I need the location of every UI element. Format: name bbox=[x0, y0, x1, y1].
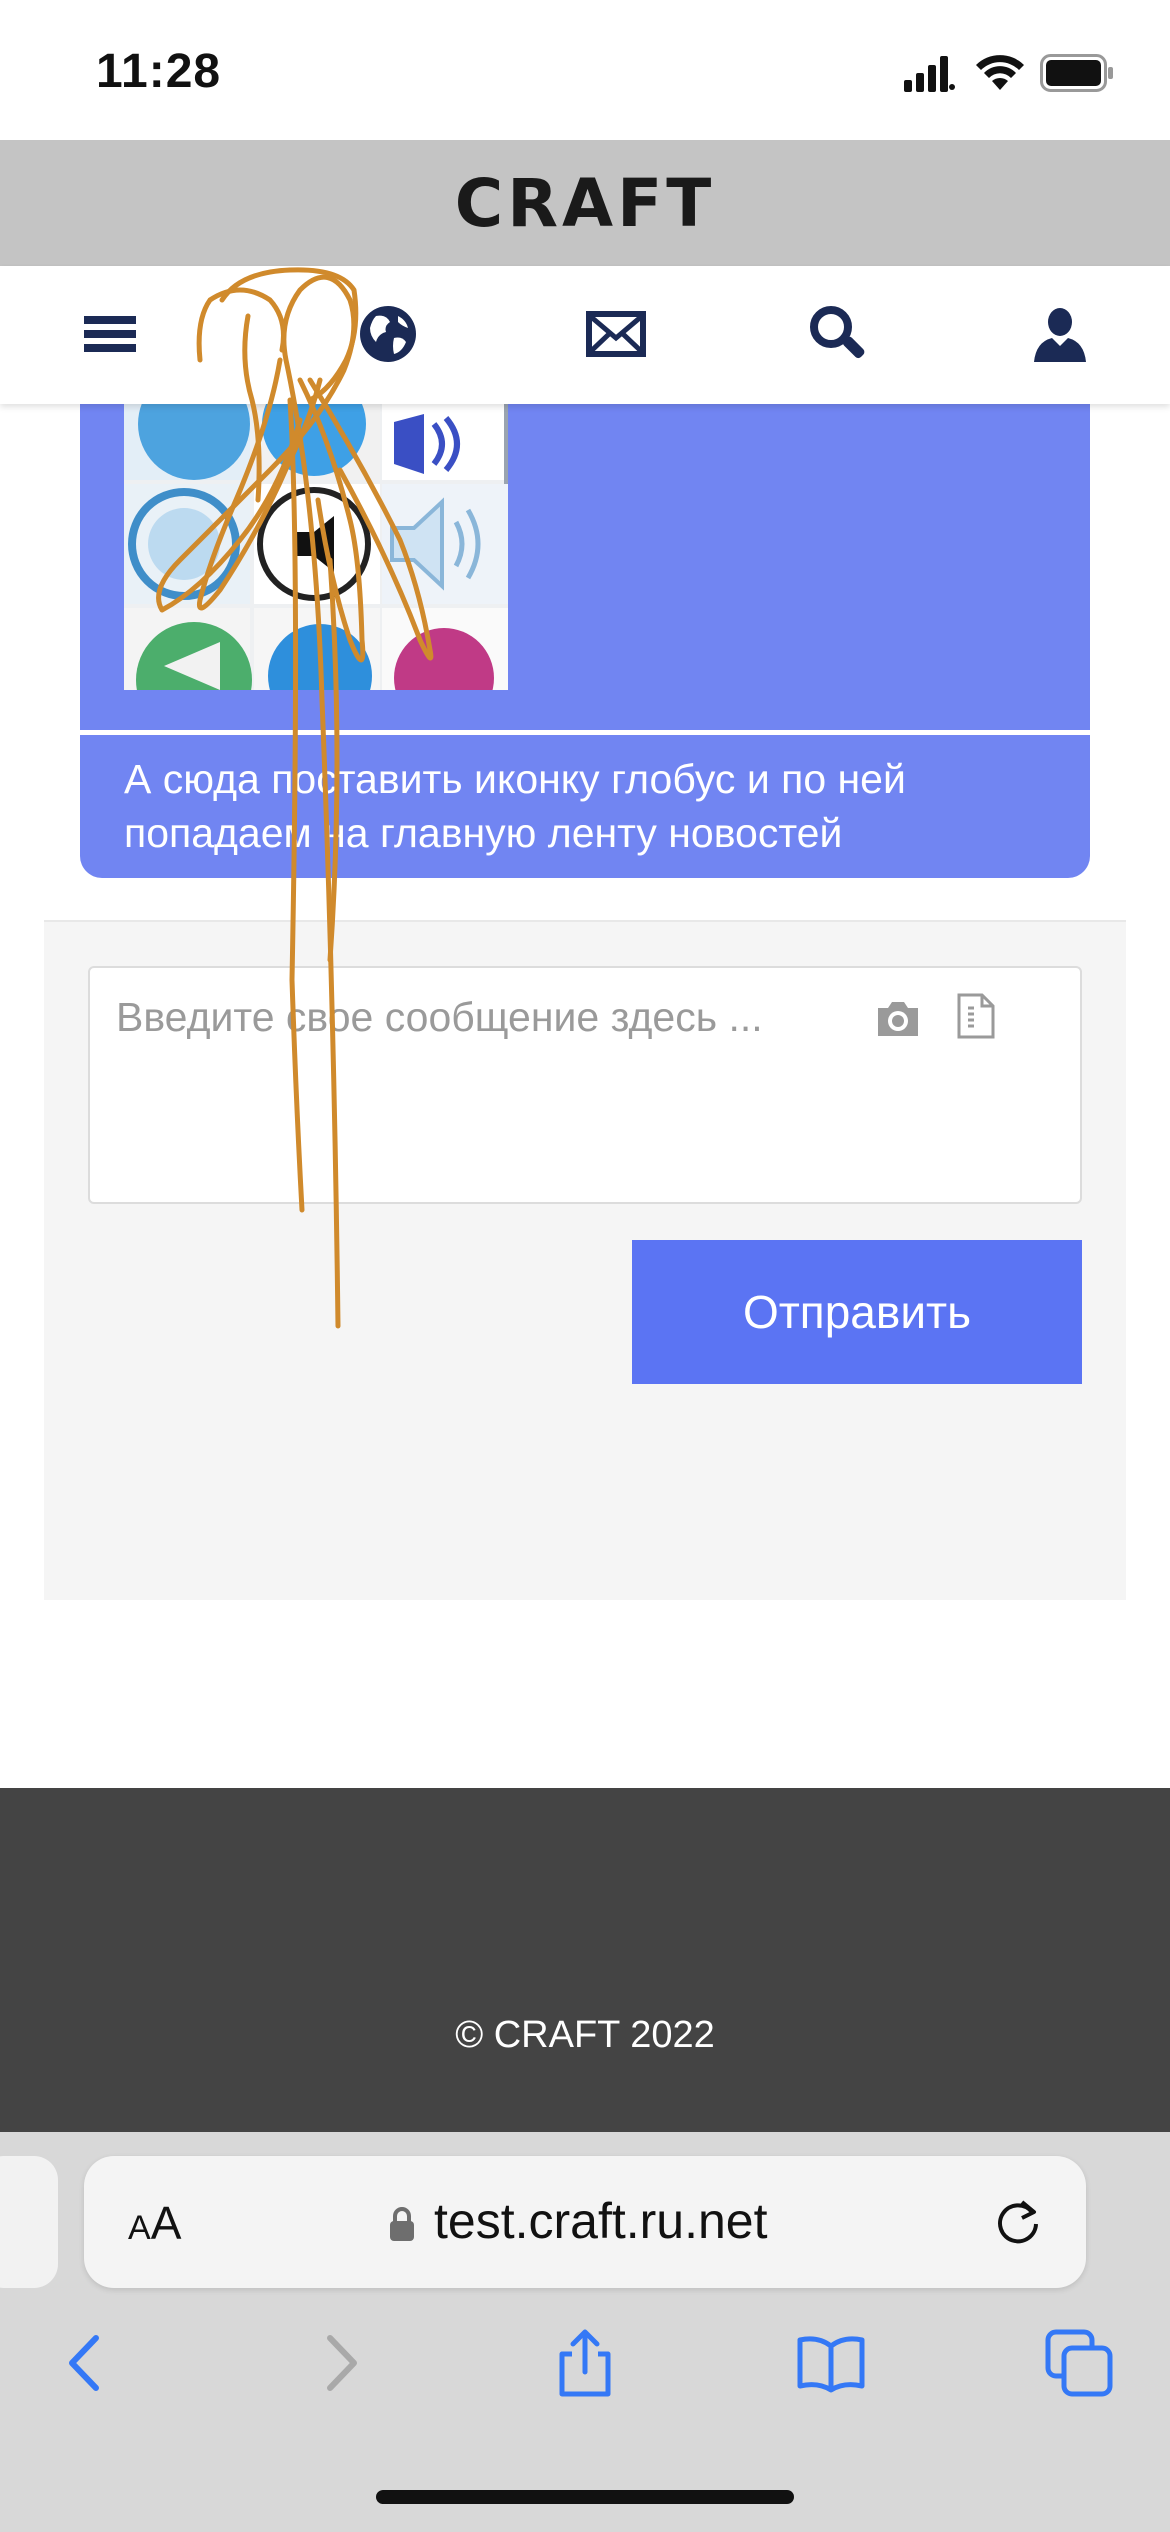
cellular-signal-icon bbox=[904, 56, 955, 92]
browser-chrome: AA test.craft.ru.net bbox=[0, 2132, 1170, 2532]
attach-file-icon[interactable] bbox=[956, 992, 996, 1040]
status-bar: 11:28 bbox=[0, 0, 1170, 140]
share-icon[interactable] bbox=[550, 2328, 620, 2398]
news-card[interactable]: А сюда поставить иконку глобус и по ней … bbox=[80, 404, 1090, 878]
site-header: CRAFT bbox=[0, 140, 1170, 266]
footer-copyright: © CRAFT 2022 bbox=[455, 2014, 715, 2056]
card-divider bbox=[80, 730, 1090, 735]
camera-icon[interactable] bbox=[874, 998, 922, 1038]
envelope-icon[interactable] bbox=[584, 302, 648, 366]
status-time: 11:28 bbox=[96, 45, 222, 98]
globe-icon[interactable] bbox=[356, 302, 420, 366]
home-indicator bbox=[376, 2490, 794, 2504]
lock-icon bbox=[390, 2207, 414, 2241]
search-icon[interactable] bbox=[806, 302, 870, 366]
site-footer: © CRAFT 2022 bbox=[0, 1788, 1170, 2132]
reload-icon[interactable] bbox=[992, 2196, 1044, 2248]
previous-tab-peek[interactable] bbox=[0, 2156, 58, 2288]
bookmarks-icon[interactable] bbox=[796, 2328, 866, 2398]
message-placeholder: Введите свое сообщение здесь ... bbox=[116, 994, 763, 1040]
tabs-icon[interactable] bbox=[1044, 2328, 1114, 2398]
user-icon[interactable] bbox=[1028, 302, 1092, 366]
hamburger-menu-icon[interactable] bbox=[78, 302, 142, 366]
message-input[interactable]: Введите свое сообщение здесь ... bbox=[88, 966, 1082, 1204]
site-logo[interactable]: CRAFT bbox=[455, 165, 715, 242]
send-button[interactable]: Отправить bbox=[632, 1240, 1082, 1384]
battery-icon bbox=[1040, 54, 1113, 92]
card-image bbox=[124, 404, 508, 690]
back-chevron-icon[interactable] bbox=[52, 2328, 122, 2398]
url-text[interactable]: test.craft.ru.net bbox=[434, 2192, 767, 2250]
reader-settings-button[interactable]: AA bbox=[128, 2196, 181, 2250]
forward-chevron-icon[interactable] bbox=[304, 2328, 374, 2398]
compose-area: Введите свое сообщение здесь ... Отправи… bbox=[44, 920, 1126, 1600]
address-bar[interactable]: AA test.craft.ru.net bbox=[84, 2156, 1086, 2288]
wifi-icon bbox=[976, 55, 1024, 90]
card-text: А сюда поставить иконку глобус и по ней … bbox=[124, 756, 906, 856]
nav-bar bbox=[0, 266, 1170, 404]
